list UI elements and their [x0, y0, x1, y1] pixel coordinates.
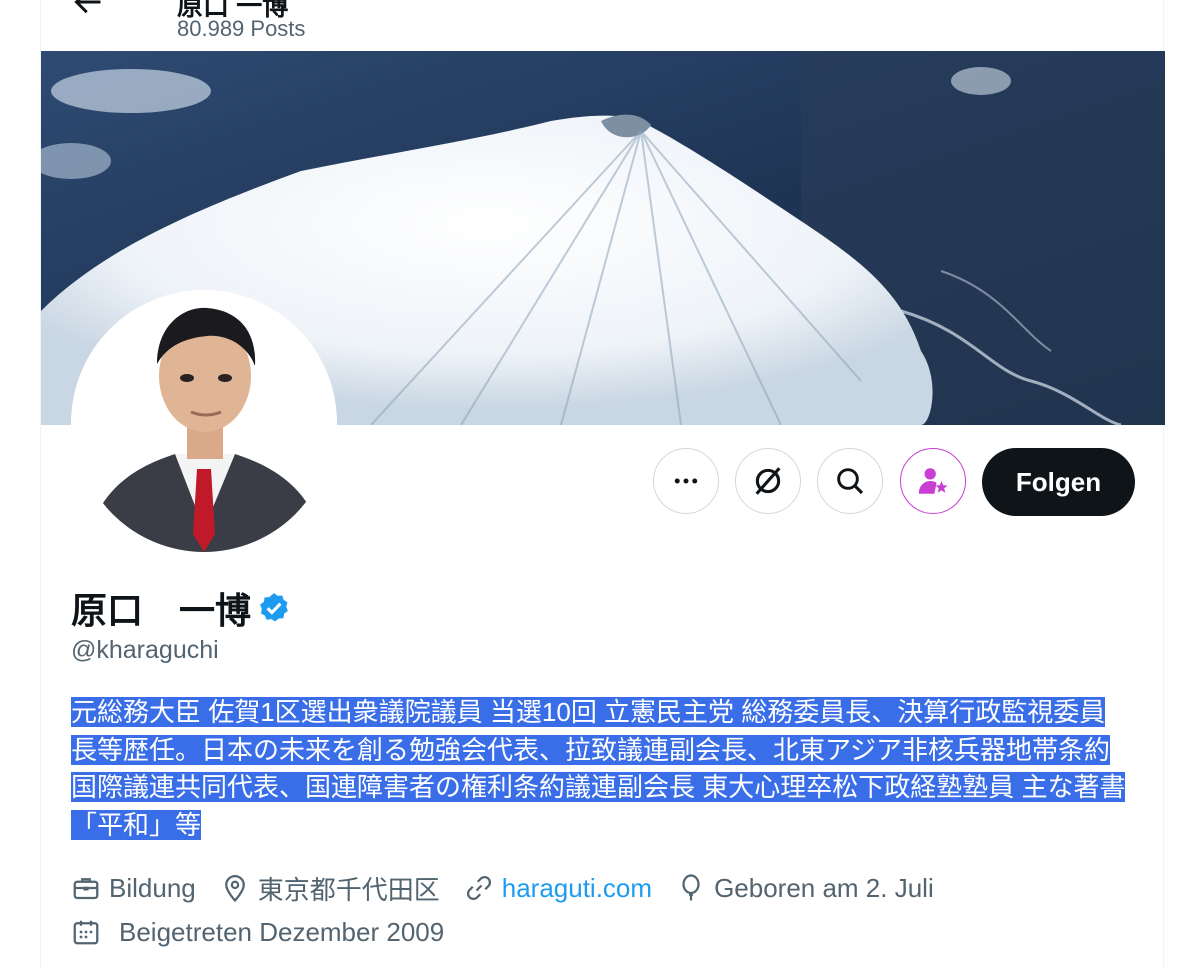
profile-bio: 元総務大臣 佐賀1区選出衆議院議員 当選10回 立憲民主党 総務委員長、決算行政…	[71, 694, 1131, 844]
link-icon	[466, 875, 491, 901]
location-item: 東京都千代田区	[220, 870, 440, 907]
back-button[interactable]	[69, 0, 105, 20]
website-item[interactable]: haraguti.com	[464, 873, 652, 904]
grok-button[interactable]	[735, 448, 801, 514]
verified-badge-icon[interactable]	[257, 591, 291, 625]
search-profile-button[interactable]	[817, 448, 883, 514]
joined-label: Beigetreten Dezember 2009	[119, 916, 445, 947]
profile-name: 原口 一博	[71, 590, 252, 631]
profile-handle: @kharaguchi	[71, 636, 219, 664]
header-post-count: 80.989 Posts	[177, 16, 306, 41]
profile-column: 原口 一博 80.989 Posts Folgen 原口 一博 @kharagu…	[40, 0, 1165, 968]
search-icon	[837, 468, 864, 495]
profile-name-row: 原口 一博	[71, 582, 291, 634]
top-bar: 原口 一博 80.989 Posts	[41, 0, 1163, 51]
briefcase-icon	[73, 878, 99, 900]
more-icon	[674, 478, 698, 484]
website-link[interactable]: haraguti.com	[502, 873, 652, 904]
birthday-item: Geboren am 2. Juli	[676, 873, 934, 904]
bio-text: 元総務大臣 佐賀1区選出衆議院議員 当選10回 立憲民主党 総務委員長、決算行政…	[71, 697, 1126, 840]
location-label: 東京都千代田区	[257, 874, 440, 905]
avatar-photo	[75, 294, 333, 552]
profile-meta-row: Bildung 東京都千代田区 haraguti.com Geboren am …	[71, 868, 958, 908]
profile-avatar[interactable]	[71, 290, 337, 556]
grok-icon	[755, 467, 781, 495]
category-item: Bildung	[71, 873, 196, 904]
birthday-label: Geboren am 2. Juli	[714, 872, 934, 903]
profile-meta-row-2: Beigetreten Dezember 2009	[71, 912, 468, 952]
calendar-icon	[73, 920, 99, 945]
follow-button[interactable]: Folgen	[982, 448, 1135, 516]
location-pin-icon	[224, 875, 245, 903]
arrow-left-icon	[74, 0, 101, 14]
joined-item: Beigetreten Dezember 2009	[71, 917, 444, 948]
category-label: Bildung	[109, 872, 196, 903]
subscribe-icon	[918, 468, 948, 494]
more-button[interactable]	[653, 448, 719, 514]
balloon-icon	[682, 874, 700, 901]
subscribe-button[interactable]	[900, 448, 966, 514]
